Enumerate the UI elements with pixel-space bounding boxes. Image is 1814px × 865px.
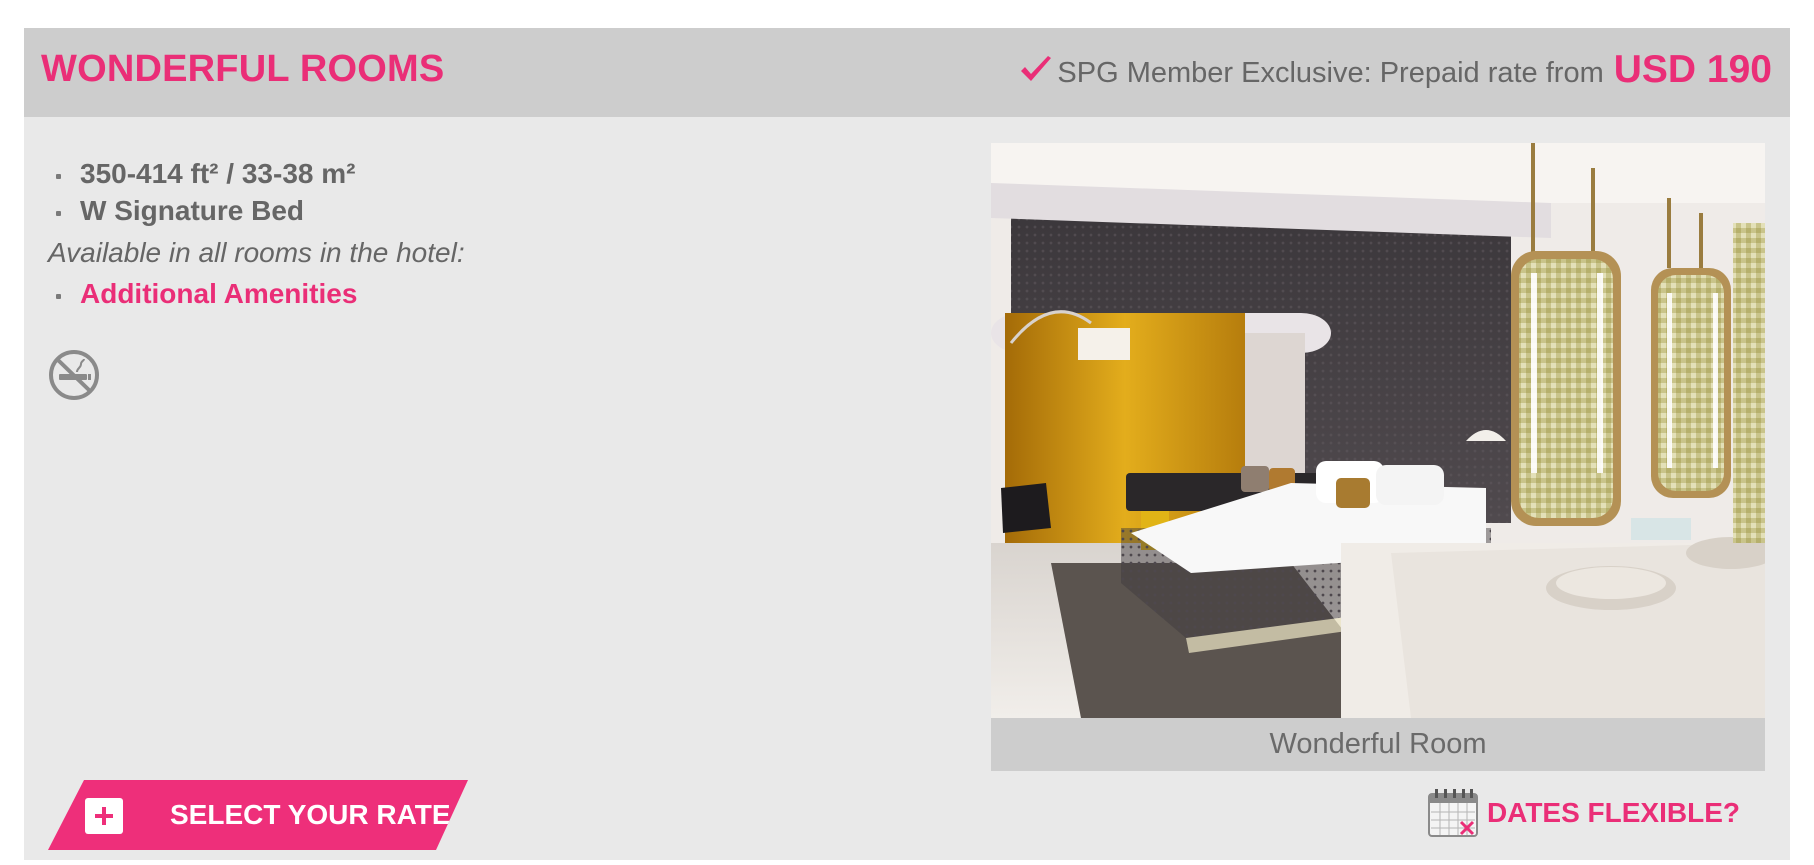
select-rate-label: SELECT YOUR RATE [170, 799, 451, 830]
feature-list: 350-414 ft² / 33-38 m² W Signature Bed [48, 155, 465, 229]
no-smoking-icon [47, 348, 101, 402]
bullet [56, 211, 61, 216]
select-your-rate-button[interactable]: SELECT YOUR RATE [48, 780, 468, 850]
checkmark-icon [1019, 55, 1053, 85]
rate-price: USD 190 [1613, 48, 1772, 91]
additional-amenities-link[interactable]: Additional Amenities [80, 278, 357, 309]
calendar-icon [1427, 788, 1479, 838]
rate-info: SPG Member Exclusive: Prepaid rate from … [1019, 48, 1772, 92]
room-photo-frame: Wonderful Room [991, 143, 1765, 771]
room-title: WONDERFUL ROOMS [41, 48, 445, 90]
feature-item-size: 350-414 ft² / 33-38 m² [48, 155, 465, 192]
room-header: WONDERFUL ROOMS SPG Member Exclusive: Pr… [24, 28, 1790, 117]
room-photo[interactable] [991, 143, 1765, 718]
room-features: 350-414 ft² / 33-38 m² W Signature Bed A… [48, 155, 465, 312]
plus-icon [85, 798, 123, 834]
availability-note: Available in all rooms in the hotel: [48, 237, 465, 268]
dates-flexible-button[interactable]: DATES FLEXIBLE? [1427, 788, 1740, 838]
dates-flexible-label: DATES FLEXIBLE? [1486, 797, 1740, 828]
bullet [56, 294, 61, 299]
bullet [56, 174, 61, 179]
room-card: WONDERFUL ROOMS SPG Member Exclusive: Pr… [24, 28, 1790, 860]
photo-caption: Wonderful Room [1269, 728, 1487, 760]
amenities-item: Additional Amenities [48, 275, 465, 312]
rate-description: SPG Member Exclusive: Prepaid rate from [1057, 57, 1604, 89]
room-size: 350-414 ft² / 33-38 m² [80, 158, 356, 189]
feature-item-bed: W Signature Bed [48, 192, 465, 229]
bed-type: W Signature Bed [80, 195, 305, 226]
amenities-list: Additional Amenities [48, 275, 465, 312]
